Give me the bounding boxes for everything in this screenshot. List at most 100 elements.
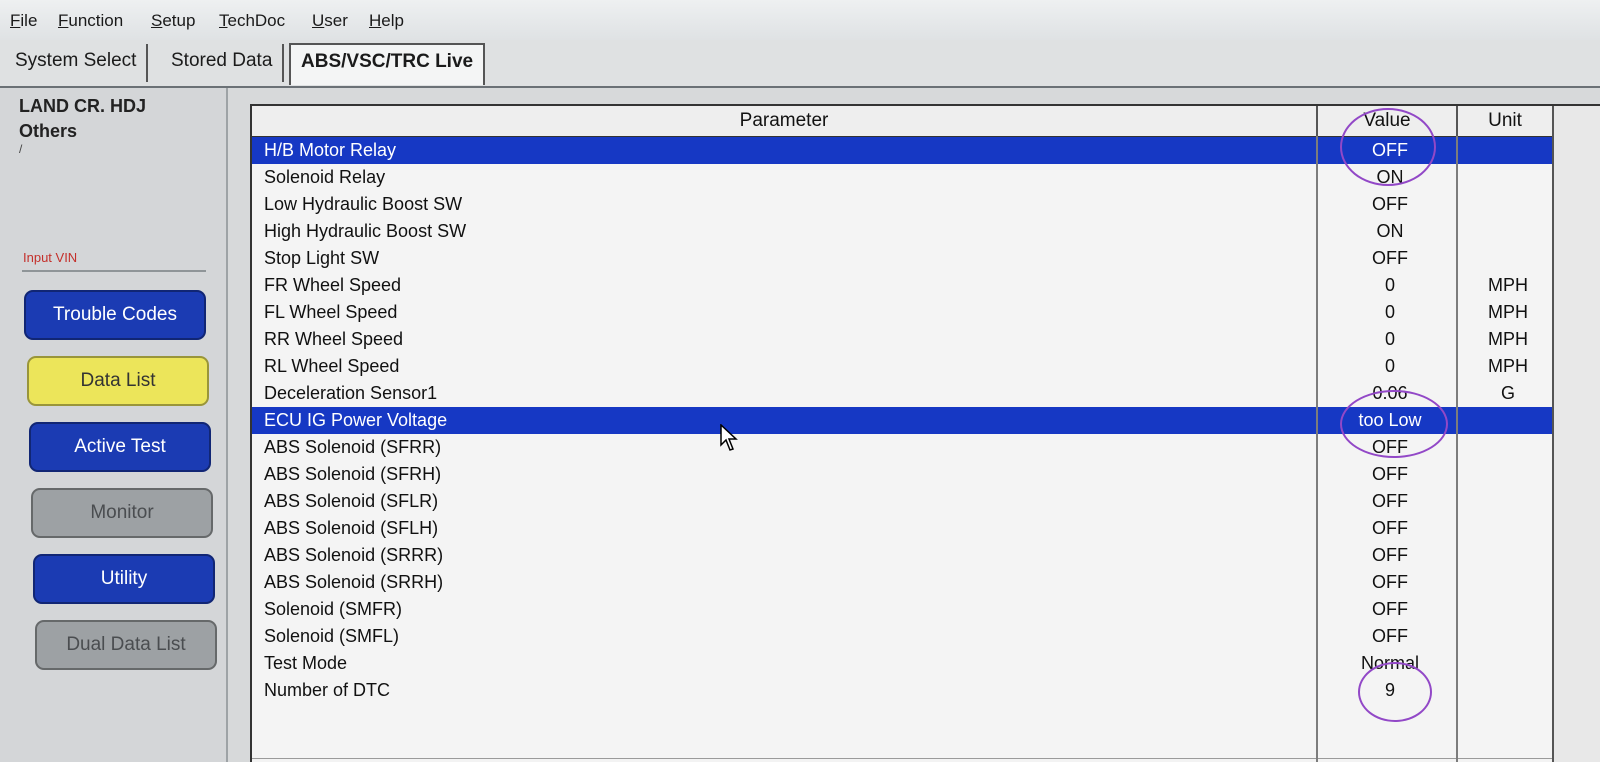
header-unit[interactable]: Unit bbox=[1458, 106, 1554, 136]
menu-file[interactable]: File bbox=[10, 11, 37, 31]
table-row[interactable]: ABS Solenoid (SFLR) OFF bbox=[252, 488, 1552, 516]
value-cell: OFF bbox=[1372, 545, 1408, 565]
menu-bar: File Function Setup TechDoc User Help bbox=[0, 0, 1600, 41]
menu-setup[interactable]: Setup bbox=[151, 11, 195, 31]
unit-cell bbox=[1462, 461, 1554, 488]
table-row[interactable]: Low Hydraulic Boost SW OFF bbox=[252, 191, 1552, 219]
unit-cell: G bbox=[1500, 383, 1515, 403]
value-cell: OFF bbox=[1372, 599, 1408, 619]
value-cell: OFF bbox=[1372, 572, 1408, 592]
column-divider bbox=[1316, 136, 1318, 762]
data-list-table: Parameter Value Unit H/B Motor Relay OFF S… bbox=[250, 104, 1600, 762]
parameter-cell: ABS Solenoid (SFLR) bbox=[264, 491, 439, 511]
table-row[interactable]: ABS Solenoid (SRRR) OFF bbox=[252, 542, 1552, 570]
data-list-button[interactable]: Data List bbox=[27, 356, 209, 406]
parameter-cell: FR Wheel Speed bbox=[264, 275, 402, 295]
unit-cell bbox=[1462, 245, 1554, 272]
table-row[interactable]: High Hydraulic Boost SW ON bbox=[252, 218, 1552, 246]
table-row[interactable]: RL Wheel Speed 0 MPH bbox=[252, 353, 1552, 381]
parameter-cell: Solenoid Relay bbox=[264, 167, 386, 187]
unit-cell bbox=[1462, 596, 1554, 623]
table-row[interactable]: Number of DTC 9 bbox=[252, 677, 1552, 705]
utility-button[interactable]: Utility bbox=[33, 554, 215, 604]
value-cell: 0 bbox=[1384, 275, 1395, 295]
dual-data-list-button: Dual Data List bbox=[35, 620, 217, 670]
empty-table-row bbox=[252, 704, 1552, 732]
table-row[interactable]: RR Wheel Speed 0 MPH bbox=[252, 326, 1552, 354]
active-test-button[interactable]: Active Test bbox=[29, 422, 211, 472]
header-parameter[interactable]: Parameter bbox=[252, 106, 1318, 136]
unit-cell bbox=[1462, 137, 1554, 164]
table-row[interactable]: ABS Solenoid (SFLH) OFF bbox=[252, 515, 1552, 543]
value-cell: 0 bbox=[1384, 329, 1395, 349]
unit-cell: MPH bbox=[1488, 302, 1528, 322]
table-row[interactable]: ABS Solenoid (SFRH) OFF bbox=[252, 461, 1552, 489]
parameter-cell: Test Mode bbox=[264, 653, 348, 673]
unit-cell bbox=[1462, 164, 1554, 191]
menu-user[interactable]: User bbox=[312, 11, 348, 31]
annotation-circle bbox=[1340, 108, 1436, 186]
column-divider bbox=[1456, 136, 1458, 762]
table-row[interactable]: FL Wheel Speed 0 MPH bbox=[252, 299, 1552, 327]
vehicle-mark: / bbox=[19, 142, 23, 156]
unit-cell bbox=[1462, 542, 1554, 569]
parameter-cell: RL Wheel Speed bbox=[264, 356, 400, 376]
annotation-circle bbox=[1358, 662, 1432, 722]
left-panel: LAND CR. HDJ Others / Input VIN Trouble … bbox=[0, 88, 228, 762]
monitor-button: Monitor bbox=[31, 488, 213, 538]
unit-cell: MPH bbox=[1488, 356, 1528, 376]
parameter-cell: Solenoid (SMFL) bbox=[264, 626, 400, 646]
unit-cell bbox=[1462, 218, 1554, 245]
unit-cell bbox=[1462, 569, 1554, 596]
unit-cell bbox=[1462, 623, 1554, 650]
parameter-cell: ABS Solenoid (SRRH) bbox=[264, 572, 444, 592]
unit-cell bbox=[1462, 191, 1554, 218]
table-row[interactable]: ABS Solenoid (SRRH) OFF bbox=[252, 569, 1552, 597]
table-row[interactable]: Solenoid (SMFL) OFF bbox=[252, 623, 1552, 651]
table-row[interactable]: Solenoid (SMFR) OFF bbox=[252, 596, 1552, 624]
parameter-cell: Low Hydraulic Boost SW bbox=[264, 194, 463, 214]
unit-cell: MPH bbox=[1488, 329, 1528, 349]
menu-techdoc[interactable]: TechDoc bbox=[219, 11, 285, 31]
annotation-circle bbox=[1340, 390, 1448, 458]
table-row[interactable]: Stop Light SW OFF bbox=[252, 245, 1552, 273]
tab-strip: System Select Stored Data ABS/VSC/TRC Li… bbox=[0, 40, 1600, 88]
unit-cell bbox=[1462, 434, 1554, 461]
value-cell: OFF bbox=[1372, 194, 1408, 214]
parameter-cell: ABS Solenoid (SRRR) bbox=[264, 545, 444, 565]
tab-abs-vsc-trc-live[interactable]: ABS/VSC/TRC Live bbox=[289, 43, 486, 85]
unit-cell bbox=[1462, 407, 1554, 434]
trouble-codes-button[interactable]: Trouble Codes bbox=[24, 290, 206, 340]
table-row[interactable]: Test Mode Normal bbox=[252, 650, 1552, 678]
vehicle-name: LAND CR. HDJ bbox=[19, 96, 147, 116]
value-cell: 0 bbox=[1384, 302, 1395, 322]
menu-function[interactable]: Function bbox=[58, 11, 123, 31]
vehicle-type: Others bbox=[19, 121, 78, 141]
empty-table-row bbox=[252, 731, 1552, 759]
value-cell: OFF bbox=[1372, 464, 1408, 484]
menu-help[interactable]: Help bbox=[369, 11, 404, 31]
unit-cell bbox=[1462, 515, 1554, 542]
tab-system-select[interactable]: System Select bbox=[5, 44, 149, 82]
value-cell: OFF bbox=[1372, 248, 1408, 268]
value-cell: 0 bbox=[1384, 356, 1395, 376]
table-row[interactable]: FR Wheel Speed 0 MPH bbox=[252, 272, 1552, 300]
table-scrollbar[interactable] bbox=[1552, 106, 1600, 762]
parameter-cell: ABS Solenoid (SFRH) bbox=[264, 464, 442, 484]
value-cell: OFF bbox=[1372, 518, 1408, 538]
tab-stored-data[interactable]: Stored Data bbox=[161, 44, 285, 82]
scan-tool-window: File Function Setup TechDoc User Help Sy… bbox=[0, 0, 1600, 762]
value-cell: OFF bbox=[1372, 626, 1408, 646]
value-cell: ON bbox=[1376, 221, 1404, 241]
divider bbox=[22, 270, 206, 272]
unit-cell bbox=[1462, 650, 1554, 677]
parameter-cell: FL Wheel Speed bbox=[264, 302, 398, 322]
parameter-cell: Solenoid (SMFR) bbox=[264, 599, 403, 619]
parameter-cell: H/B Motor Relay bbox=[264, 140, 397, 160]
input-vin-link[interactable]: Input VIN bbox=[23, 250, 77, 265]
parameter-cell: ECU IG Power Voltage bbox=[264, 410, 448, 430]
parameter-cell: ABS Solenoid (SFLH) bbox=[264, 518, 439, 538]
unit-cell bbox=[1462, 488, 1554, 515]
unit-cell bbox=[1462, 677, 1554, 704]
parameter-cell: RR Wheel Speed bbox=[264, 329, 404, 349]
